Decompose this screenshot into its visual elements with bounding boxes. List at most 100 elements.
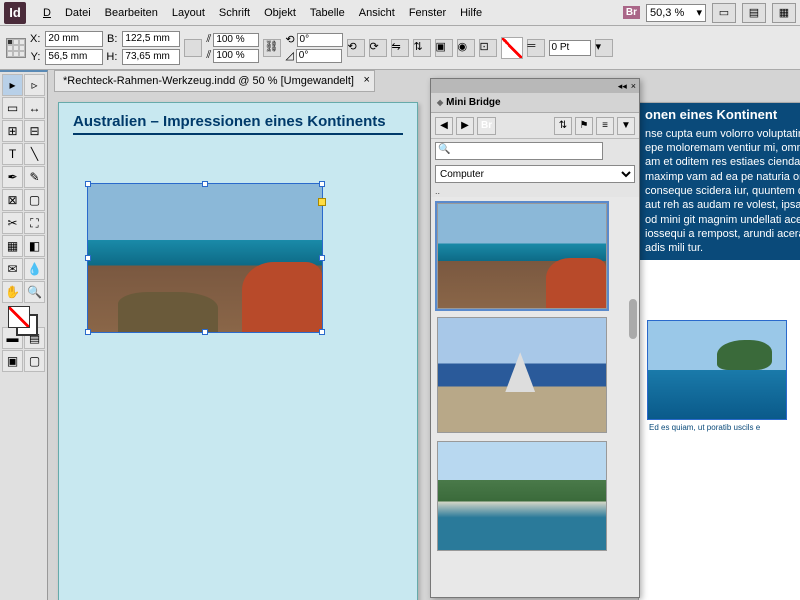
page-right[interactable]: onen eines Kontinent nse cupta eum volor…: [638, 102, 800, 600]
w-input[interactable]: 122,5 mm: [122, 31, 180, 47]
nav-forward-button[interactable]: ▶: [456, 117, 474, 135]
scissors-tool[interactable]: ✂: [2, 212, 23, 234]
rotate-input[interactable]: 0°: [297, 33, 343, 47]
gradient-swatch-tool[interactable]: ▦: [2, 235, 23, 257]
view-mode-preview[interactable]: ▢: [24, 350, 45, 372]
minimize-icon[interactable]: ◂◂: [618, 81, 627, 92]
content-collector-tool[interactable]: ⊞: [2, 120, 23, 142]
handle-icon[interactable]: [85, 255, 91, 261]
pen-tool[interactable]: ✒: [2, 166, 23, 188]
bridge-badge-icon[interactable]: Br: [623, 6, 640, 19]
gradient-feather-tool[interactable]: ◧: [24, 235, 45, 257]
eyedropper-tool[interactable]: 💧: [24, 258, 45, 280]
type-tool[interactable]: T: [2, 143, 23, 165]
breadcrumb[interactable]: ..: [431, 185, 639, 197]
menu-objekt[interactable]: Objekt: [257, 3, 303, 23]
open-bridge-button[interactable]: Br: [477, 117, 496, 135]
fill-swatch[interactable]: [501, 37, 523, 59]
view-options-button[interactable]: ▦: [772, 3, 796, 23]
menu-fenster[interactable]: Fenster: [402, 3, 453, 23]
funnel-icon[interactable]: ▼: [617, 117, 635, 135]
flip-h-button[interactable]: ⇋: [391, 39, 409, 57]
control-bar: X:20 mm B:122,5 mm Y:56,5 mm H:73,65 mm …: [0, 26, 800, 70]
page-left[interactable]: Australien – Impressionen eines Kontinen…: [58, 102, 418, 600]
handle-icon[interactable]: [202, 329, 208, 335]
constrain-icon[interactable]: [184, 39, 202, 57]
menu-ansicht[interactable]: Ansicht: [352, 3, 402, 23]
thumbnail-item[interactable]: [437, 203, 607, 309]
document-tab[interactable]: *Rechteck-Rahmen-Werkzeug.indd @ 50 % [U…: [54, 70, 375, 92]
flip-v-button[interactable]: ⇅: [413, 39, 431, 57]
close-icon[interactable]: ×: [631, 81, 636, 91]
rectangle-tool[interactable]: ▢: [24, 189, 45, 211]
sort-button[interactable]: ⇅: [554, 117, 572, 135]
thumbnail-item[interactable]: [437, 317, 607, 433]
zoom-value: 50,3 %: [650, 7, 684, 19]
rectangle-frame-tool[interactable]: ⊠: [2, 189, 23, 211]
page2-body-text: nse cupta eum volorro voluptatin, corpor…: [645, 127, 800, 256]
fill-stroke-control[interactable]: [2, 304, 45, 340]
h-input[interactable]: 73,65 mm: [122, 49, 180, 65]
more-options-button[interactable]: ▾: [595, 39, 613, 57]
scrollbar-thumb[interactable]: [629, 299, 637, 339]
scale-x-input[interactable]: 100 %: [213, 33, 259, 47]
hand-tool[interactable]: ✋: [2, 281, 23, 303]
view-mode-normal[interactable]: ▣: [2, 350, 23, 372]
select-container-button[interactable]: ▣: [435, 39, 453, 57]
menu-datei[interactable]: D Datei: [36, 3, 58, 23]
search-input[interactable]: [435, 142, 603, 160]
line-tool[interactable]: ╲: [24, 143, 45, 165]
rotate-ccw-button[interactable]: ⟲: [347, 39, 365, 57]
menu-schrift[interactable]: Schrift: [212, 3, 257, 23]
filter-button[interactable]: ⚑: [575, 117, 593, 135]
content-placer-tool[interactable]: ⊟: [24, 120, 45, 142]
menu-datei[interactable]: Datei: [58, 3, 98, 23]
gap-tool[interactable]: ↔: [24, 97, 45, 119]
image-frame[interactable]: [87, 183, 323, 333]
y-input[interactable]: 56,5 mm: [45, 49, 103, 65]
path-select[interactable]: Computer: [435, 165, 635, 183]
page2-image-frame[interactable]: [647, 320, 787, 420]
reference-point-grid[interactable]: [6, 38, 26, 58]
close-tab-icon[interactable]: ×: [364, 74, 370, 86]
selection-tool[interactable]: ▸: [2, 74, 23, 96]
free-transform-tool[interactable]: ⛶: [24, 212, 45, 234]
b-label: B:: [106, 33, 119, 45]
page-tool[interactable]: ▭: [2, 97, 23, 119]
chevron-down-icon: ▾: [696, 6, 702, 19]
direct-selection-tool[interactable]: ▹: [24, 74, 45, 96]
pencil-tool[interactable]: ✎: [24, 166, 45, 188]
panel-titlebar[interactable]: ◂◂ ×: [431, 79, 639, 93]
shear-input[interactable]: 0°: [296, 49, 342, 63]
stroke-style-select[interactable]: ═: [527, 39, 545, 57]
handle-icon[interactable]: [319, 255, 325, 261]
handle-icon[interactable]: [319, 181, 325, 187]
menu-layout[interactable]: Layout: [165, 3, 212, 23]
fill-swatch-icon: [8, 306, 30, 328]
screen-mode-button[interactable]: ▭: [712, 3, 736, 23]
view-button[interactable]: ≡: [596, 117, 614, 135]
anchor-icon[interactable]: [318, 198, 326, 206]
panel-tab[interactable]: Mini Bridge: [431, 93, 639, 113]
link-scale-icon[interactable]: ⛓: [263, 39, 281, 57]
fit-content-button[interactable]: ⊡: [479, 39, 497, 57]
note-tool[interactable]: ✉: [2, 258, 23, 280]
handle-icon[interactable]: [202, 181, 208, 187]
select-content-button[interactable]: ◉: [457, 39, 475, 57]
stroke-weight-input[interactable]: 0 Pt: [549, 40, 591, 56]
arrange-button[interactable]: ▤: [742, 3, 766, 23]
y-label: Y:: [30, 51, 42, 63]
nav-back-button[interactable]: ◀: [435, 117, 453, 135]
menu-hilfe[interactable]: Hilfe: [453, 3, 489, 23]
menu-tabelle[interactable]: Tabelle: [303, 3, 352, 23]
handle-icon[interactable]: [85, 329, 91, 335]
handle-icon[interactable]: [85, 181, 91, 187]
rotate-cw-button[interactable]: ⟳: [369, 39, 387, 57]
scale-y-input[interactable]: 100 %: [213, 49, 259, 63]
zoom-tool[interactable]: 🔍: [24, 281, 45, 303]
menu-bearbeiten[interactable]: Bearbeiten: [98, 3, 165, 23]
x-input[interactable]: 20 mm: [45, 31, 103, 47]
zoom-input[interactable]: 50,3 % ▾: [646, 4, 706, 22]
handle-icon[interactable]: [319, 329, 325, 335]
thumbnail-item[interactable]: [437, 441, 607, 551]
